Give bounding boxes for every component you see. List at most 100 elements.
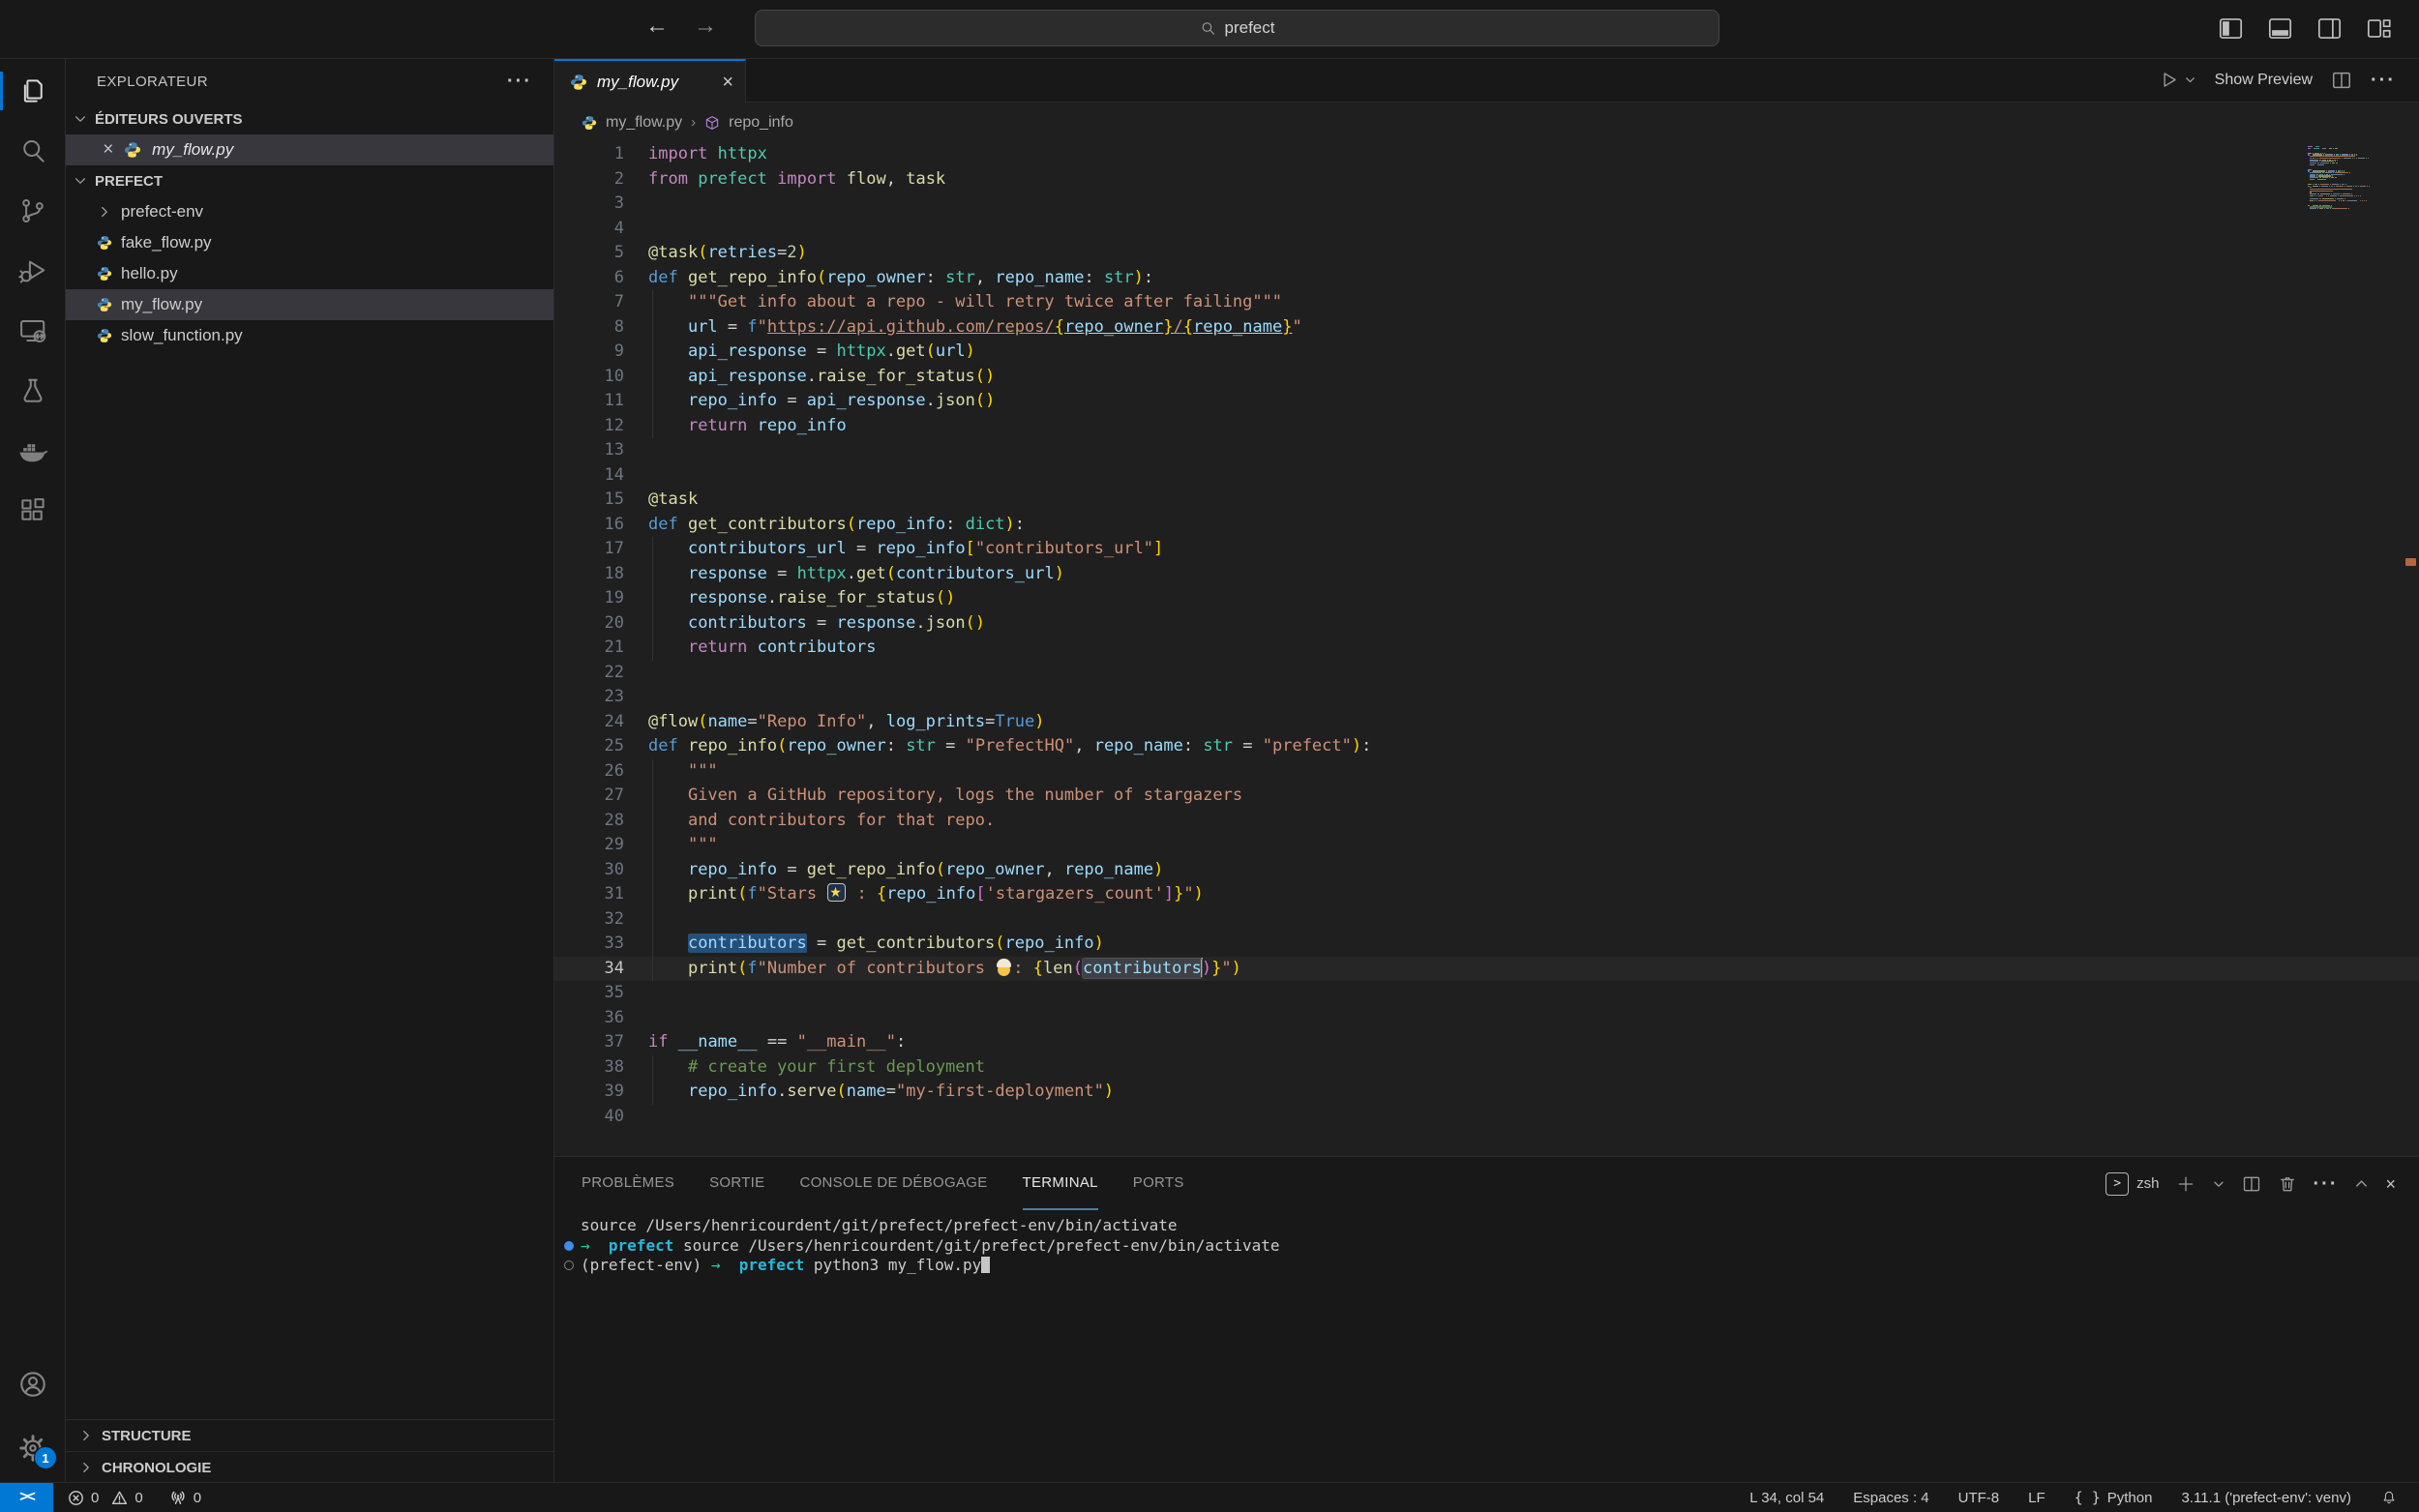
bell-icon[interactable]: [2380, 1489, 2398, 1506]
python-interpreter[interactable]: 3.11.1 ('prefect-env': venv): [2181, 1490, 2351, 1506]
code-line-20[interactable]: 20 contributors = response.json(): [554, 611, 2419, 637]
activity-explorer[interactable]: [0, 61, 65, 121]
editor-more-actions-icon[interactable]: ···: [2371, 75, 2396, 85]
breadcrumb-file[interactable]: my_flow.py: [606, 114, 682, 132]
activity-search[interactable]: [0, 121, 65, 181]
code-line-7[interactable]: 7 """Get info about a repo - will retry …: [554, 290, 2419, 315]
panel-tab-terminal[interactable]: TERMINAL: [1023, 1157, 1098, 1210]
open-editors-header[interactable]: ÉDITEURS OUVERTS: [66, 104, 553, 134]
activity-remote-explorer[interactable]: [0, 301, 65, 361]
new-terminal-icon[interactable]: [2176, 1174, 2195, 1194]
language-status[interactable]: { } Python: [2075, 1489, 2153, 1506]
activity-testing[interactable]: [0, 361, 65, 421]
code-line-38[interactable]: 38 # create your first deployment: [554, 1055, 2419, 1081]
terminal-instance-zsh[interactable]: > zsh: [2105, 1172, 2159, 1196]
code-line-9[interactable]: 9 api_response = httpx.get(url): [554, 340, 2419, 365]
code-line-8[interactable]: 8 url = f"https://api.github.com/repos/{…: [554, 315, 2419, 341]
toggle-secondary-sidebar-icon[interactable]: [2316, 15, 2343, 42]
remote-indicator[interactable]: ><: [0, 1483, 53, 1512]
toggle-sidebar-icon[interactable]: [2218, 15, 2244, 42]
code-line-35[interactable]: 35: [554, 981, 2419, 1006]
code-line-34[interactable]: 34 print(f"Number of contributors : {len…: [554, 957, 2419, 982]
settings-button[interactable]: 1: [0, 1421, 65, 1475]
code-line-37[interactable]: 37if __name__ == "__main__":: [554, 1030, 2419, 1055]
close-panel-icon[interactable]: ×: [2385, 1178, 2396, 1190]
code-line-24[interactable]: 24@flow(name="Repo Info", log_prints=Tru…: [554, 710, 2419, 735]
activity-run-debug[interactable]: [0, 241, 65, 301]
activity-source-control[interactable]: [0, 181, 65, 241]
toggle-panel-icon[interactable]: [2267, 15, 2293, 42]
editor[interactable]: 1import httpx2from prefect import flow, …: [554, 142, 2419, 1156]
command-center-search[interactable]: prefect: [755, 10, 1719, 46]
minimap[interactable]: [2308, 146, 2370, 212]
encoding-status[interactable]: UTF-8: [1958, 1490, 2000, 1506]
open-editor-item[interactable]: × my_flow.py: [66, 134, 553, 165]
panel-tab-sortie[interactable]: SORTIE: [709, 1157, 764, 1210]
panel-tab-ports[interactable]: PORTS: [1133, 1157, 1184, 1210]
code-line-28[interactable]: 28 and contributors for that repo.: [554, 809, 2419, 834]
panel-tab-probl-mes[interactable]: PROBLÈMES: [582, 1157, 674, 1210]
kill-terminal-trash-icon[interactable]: [2278, 1174, 2297, 1194]
project-section-header[interactable]: PREFECT: [66, 165, 553, 196]
code-line-33[interactable]: 33 contributors = get_contributors(repo_…: [554, 932, 2419, 957]
code-line-29[interactable]: 29 """: [554, 833, 2419, 858]
code-line-16[interactable]: 16def get_contributors(repo_info: dict):: [554, 513, 2419, 538]
eol-status[interactable]: LF: [2028, 1490, 2046, 1506]
code-line-13[interactable]: 13: [554, 438, 2419, 463]
navigate-forward-icon[interactable]: →: [689, 13, 722, 40]
code-line-17[interactable]: 17 contributors_url = repo_info["contrib…: [554, 537, 2419, 562]
code-line-5[interactable]: 5@task(retries=2): [554, 241, 2419, 266]
maximize-panel-icon[interactable]: [2354, 1176, 2369, 1191]
chevron-down-icon[interactable]: [2212, 1177, 2225, 1191]
code-line-40[interactable]: 40: [554, 1105, 2419, 1130]
customize-layout-icon[interactable]: [2366, 15, 2392, 42]
code-line-31[interactable]: 31 print(f"Stars : {repo_info['stargazer…: [554, 882, 2419, 907]
code-line-1[interactable]: 1import httpx: [554, 142, 2419, 167]
code-line-32[interactable]: 32: [554, 907, 2419, 933]
ports-status[interactable]: 0: [169, 1489, 201, 1506]
account-button[interactable]: [0, 1357, 65, 1411]
structure-section[interactable]: STRUCTURE: [66, 1419, 553, 1451]
split-editor-icon[interactable]: [2331, 70, 2352, 91]
code-line-21[interactable]: 21 return contributors: [554, 636, 2419, 661]
tree-item-my_flow-py[interactable]: my_flow.py: [66, 289, 553, 320]
panel-tab-console-de-d-bogage[interactable]: CONSOLE DE DÉBOGAGE: [799, 1157, 987, 1210]
activity-extensions[interactable]: [0, 481, 65, 541]
code-line-39[interactable]: 39 repo_info.serve(name="my-first-deploy…: [554, 1080, 2419, 1105]
panel-more-actions-icon[interactable]: ···: [2314, 1179, 2339, 1189]
code-line-6[interactable]: 6def get_repo_info(repo_owner: str, repo…: [554, 266, 2419, 291]
activity-docker[interactable]: [0, 421, 65, 481]
code-line-19[interactable]: 19 response.raise_for_status(): [554, 586, 2419, 611]
code-line-4[interactable]: 4: [554, 217, 2419, 242]
code-line-30[interactable]: 30 repo_info = get_repo_info(repo_owner,…: [554, 858, 2419, 883]
cursor-position[interactable]: L 34, col 54: [1749, 1490, 1824, 1506]
tree-item-prefect-env[interactable]: prefect-env: [66, 196, 553, 227]
code-line-23[interactable]: 23: [554, 685, 2419, 710]
tree-item-fake_flow-py[interactable]: fake_flow.py: [66, 227, 553, 258]
terminal-line[interactable]: → prefect source /Users/henricourdent/gi…: [581, 1236, 2419, 1257]
tree-item-hello-py[interactable]: hello.py: [66, 258, 553, 289]
breadcrumb-symbol[interactable]: repo_info: [729, 114, 793, 132]
tree-item-slow_function-py[interactable]: slow_function.py: [66, 320, 553, 351]
navigate-back-icon[interactable]: ←: [641, 13, 673, 40]
code-line-36[interactable]: 36: [554, 1006, 2419, 1031]
close-icon[interactable]: ×: [722, 75, 733, 89]
code-line-11[interactable]: 11 repo_info = api_response.json(): [554, 389, 2419, 414]
problems-status[interactable]: 0 0: [68, 1490, 143, 1506]
code-line-10[interactable]: 10 api_response.raise_for_status(): [554, 365, 2419, 390]
code-line-15[interactable]: 15@task: [554, 488, 2419, 513]
terminal-output[interactable]: source /Users/henricourdent/git/prefect/…: [554, 1210, 2419, 1276]
code-line-22[interactable]: 22: [554, 661, 2419, 686]
code-line-18[interactable]: 18 response = httpx.get(contributors_url…: [554, 562, 2419, 587]
run-python-button[interactable]: [2159, 70, 2196, 90]
timeline-section[interactable]: CHRONOLOGIE: [66, 1451, 553, 1483]
code-line-2[interactable]: 2from prefect import flow, task: [554, 167, 2419, 193]
code-line-14[interactable]: 14: [554, 463, 2419, 489]
indentation-status[interactable]: Espaces : 4: [1853, 1490, 1928, 1506]
terminal-line[interactable]: (prefect-env) → prefect python3 my_flow.…: [581, 1256, 2419, 1276]
code-line-25[interactable]: 25def repo_info(repo_owner: str = "Prefe…: [554, 734, 2419, 759]
show-preview-button[interactable]: Show Preview: [2215, 72, 2313, 89]
code-line-12[interactable]: 12 return repo_info: [554, 414, 2419, 439]
code-line-26[interactable]: 26 """: [554, 759, 2419, 785]
explorer-more-actions-icon[interactable]: ···: [507, 76, 532, 86]
